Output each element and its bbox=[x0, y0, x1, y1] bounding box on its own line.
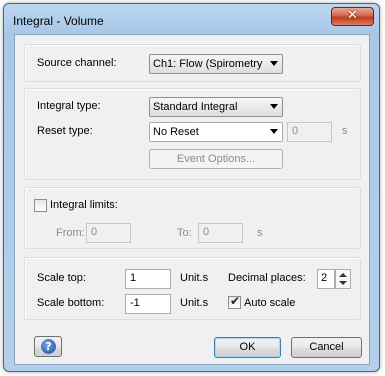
reset-type-value: No Reset bbox=[153, 126, 199, 138]
limits-from-input[interactable]: 0 bbox=[86, 223, 131, 243]
close-button[interactable]: ✕ bbox=[331, 7, 374, 26]
help-button[interactable]: ? bbox=[34, 336, 62, 357]
chevron-down-icon bbox=[270, 129, 278, 134]
close-icon: ✕ bbox=[347, 8, 358, 23]
chevron-down-icon bbox=[339, 281, 347, 285]
limits-to-input[interactable]: 0 bbox=[198, 223, 243, 243]
limits-from-label: From: bbox=[56, 227, 85, 239]
decimal-places-input[interactable]: 2 bbox=[317, 269, 335, 289]
integral-type-value: Standard Integral bbox=[153, 101, 238, 113]
integral-type-label: Integral type: bbox=[37, 100, 101, 112]
limits-unit-label: s bbox=[257, 227, 263, 239]
checkmark-icon: ✔ bbox=[230, 294, 241, 308]
integral-limits-label: Integral limits: bbox=[50, 199, 118, 211]
integral-dialog: Integral - Volume ✕ Source channel: Ch1:… bbox=[3, 3, 380, 372]
decimal-places-spinner[interactable] bbox=[335, 269, 351, 289]
scale-bottom-label: Scale bottom: bbox=[37, 297, 105, 309]
reset-amount-input[interactable]: 0 bbox=[287, 122, 332, 142]
auto-scale-label: Auto scale bbox=[244, 297, 296, 309]
reset-unit-label: s bbox=[342, 125, 348, 137]
integral-type-select[interactable]: Standard Integral bbox=[149, 97, 283, 117]
reset-type-label: Reset type: bbox=[37, 125, 93, 137]
chevron-up-icon bbox=[339, 273, 347, 277]
cancel-button[interactable]: Cancel bbox=[291, 337, 362, 358]
event-options-button[interactable]: Event Options... bbox=[149, 149, 283, 169]
integral-settings-group: Integral type: Standard Integral Reset t… bbox=[24, 88, 361, 180]
integral-limits-checkbox[interactable] bbox=[34, 199, 47, 212]
scale-bottom-unit: Unit.s bbox=[180, 297, 209, 309]
limits-to-label: To: bbox=[177, 227, 192, 239]
source-channel-value: Ch1: Flow (Spirometry bbox=[153, 58, 263, 70]
chevron-down-icon bbox=[270, 61, 278, 66]
scale-top-input[interactable]: 1 bbox=[125, 269, 171, 289]
dialog-title: Integral - Volume bbox=[13, 14, 104, 28]
help-icon: ? bbox=[41, 339, 56, 354]
scale-top-unit: Unit.s bbox=[180, 272, 209, 284]
source-channel-group: Source channel: Ch1: Flow (Spirometry bbox=[24, 44, 361, 82]
scale-top-label: Scale top: bbox=[37, 272, 86, 284]
integral-limits-group: Integral limits: From: 0 To: 0 s bbox=[24, 187, 361, 249]
reset-type-select[interactable]: No Reset bbox=[149, 122, 283, 142]
scale-bottom-input[interactable]: -1 bbox=[125, 294, 171, 314]
dialog-client-area: Source channel: Ch1: Flow (Spirometry In… bbox=[14, 34, 370, 365]
source-channel-select[interactable]: Ch1: Flow (Spirometry bbox=[149, 54, 283, 74]
ok-button[interactable]: OK bbox=[214, 337, 281, 358]
decimal-places-label: Decimal places: bbox=[228, 272, 306, 284]
source-channel-label: Source channel: bbox=[37, 57, 117, 69]
auto-scale-checkbox[interactable]: ✔ bbox=[228, 294, 241, 309]
scale-group: Scale top: 1 Unit.s Decimal places: 2 Sc… bbox=[24, 257, 361, 320]
chevron-down-icon bbox=[270, 104, 278, 109]
